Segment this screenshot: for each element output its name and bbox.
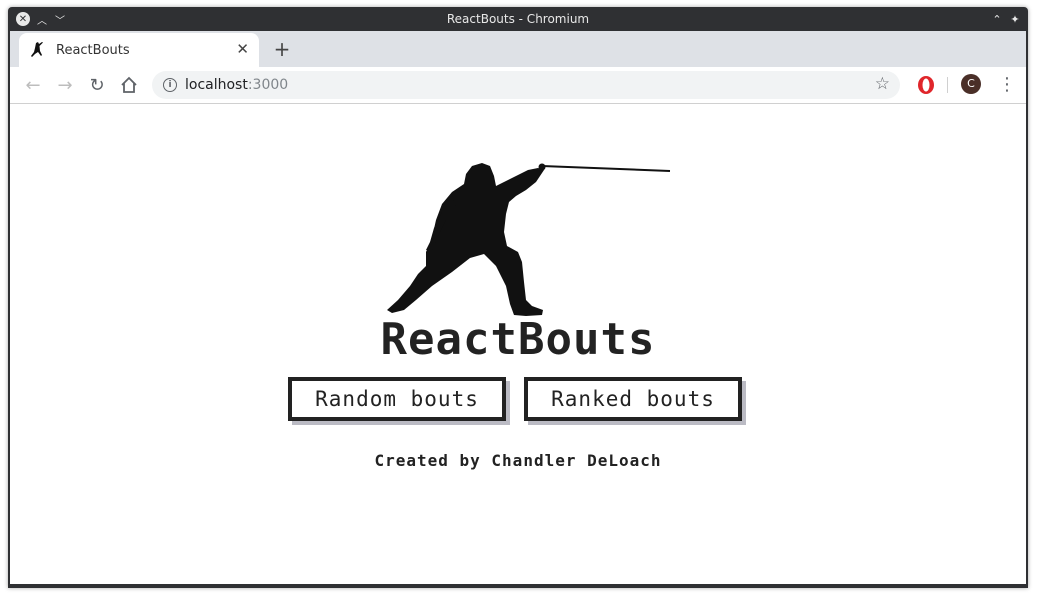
reload-icon[interactable]: ↻ bbox=[86, 74, 108, 96]
fencer-icon bbox=[31, 42, 43, 57]
close-tab-icon[interactable]: ✕ bbox=[236, 40, 249, 58]
pin-icon[interactable]: ✦ bbox=[1008, 12, 1022, 26]
profile-avatar[interactable]: C bbox=[961, 74, 981, 94]
url-text[interactable]: localhost:3000 bbox=[185, 77, 288, 93]
browser-window: ✕ ︿ ﹀ ReactBouts - Chromium ⌃ ✦ ReactBou… bbox=[8, 7, 1028, 588]
kebab-menu-icon[interactable]: ⋮ bbox=[998, 74, 1016, 96]
keep-above-icon[interactable]: ⌃ bbox=[990, 12, 1004, 26]
tab-reactbouts[interactable]: ReactBouts ✕ bbox=[19, 33, 259, 67]
title-bar: ✕ ︿ ﹀ ReactBouts - Chromium ⌃ ✦ bbox=[8, 7, 1028, 31]
address-bar[interactable]: i localhost:3000 ☆ bbox=[152, 71, 900, 99]
new-tab-button[interactable]: + bbox=[272, 37, 292, 61]
tab-label: ReactBouts bbox=[56, 43, 130, 58]
page-content: ReactBouts Random bouts Ranked bouts Cre… bbox=[10, 104, 1026, 584]
url-host: localhost bbox=[185, 77, 248, 93]
button-row: Random bouts Ranked bouts bbox=[10, 377, 1026, 431]
forward-arrow-icon[interactable]: → bbox=[54, 74, 76, 96]
opera-icon[interactable] bbox=[916, 75, 936, 95]
url-port: :3000 bbox=[247, 77, 289, 93]
browser-toolbar: ← → ↻ i localhost:3000 ☆ C ⋮ bbox=[10, 67, 1026, 104]
credit-text: Created by Chandler DeLoach bbox=[374, 451, 662, 470]
fencer-logo bbox=[387, 163, 671, 316]
star-icon[interactable]: ☆ bbox=[875, 74, 890, 94]
window-title: ReactBouts - Chromium bbox=[446, 12, 590, 26]
back-arrow-icon[interactable]: ← bbox=[22, 74, 44, 96]
random-bouts-button[interactable]: Random bouts bbox=[288, 377, 506, 421]
brand-title: ReactBouts bbox=[380, 314, 656, 365]
toolbar-divider bbox=[947, 77, 948, 93]
tab-strip: ReactBouts ✕ + bbox=[10, 31, 1026, 67]
home-icon[interactable] bbox=[118, 74, 140, 96]
info-icon[interactable]: i bbox=[163, 78, 177, 92]
ranked-bouts-button[interactable]: Ranked bouts bbox=[524, 377, 742, 421]
